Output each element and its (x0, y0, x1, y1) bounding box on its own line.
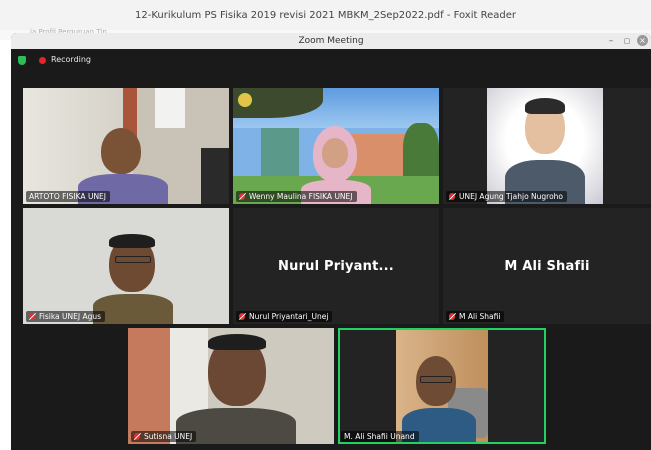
video-tile-wenny[interactable]: Wenny Maulina FISIKA UNEJ (233, 88, 439, 204)
participant-hair (109, 234, 155, 248)
foxit-title-bar: 12-Kurikulum PS Fisika 2019 revisi 2021 … (0, 0, 651, 31)
video-tile-agung[interactable]: UNEJ Agung Tjahjo Nugroho (443, 88, 651, 204)
participant-name-tag: M Ali Shafii (446, 311, 505, 322)
video-tile-ali-shafii[interactable]: M Ali Shafii M Ali Shafii (443, 208, 651, 324)
participant-name-tag: ARTOTO FISIKA UNEJ (26, 191, 110, 202)
participant-hair (208, 334, 266, 350)
zoom-window: Zoom Meeting – ▢ × Recording ARTOTO FISI… (11, 33, 651, 450)
participant-name: Sutisna UNEJ (144, 432, 193, 441)
participant-face (101, 128, 141, 174)
mic-muted-icon (134, 433, 140, 440)
video-tile-agus[interactable]: Fisika UNEJ Agus (23, 208, 229, 324)
participant-name-tag: Sutisna UNEJ (131, 431, 197, 442)
foxit-window-title: 12-Kurikulum PS Fisika 2019 revisi 2021 … (135, 9, 516, 21)
tree-right (403, 123, 439, 183)
participant-name: Nurul Priyantari_Unej (249, 312, 329, 321)
video-tile-artoto[interactable]: ARTOTO FISIKA UNEJ (23, 88, 229, 204)
participant-display-name: Nurul Priyant... (278, 259, 394, 275)
participant-name: M. Ali Shafii Unand (344, 432, 415, 441)
participant-name-tag: Fisika UNEJ Agus (26, 311, 106, 322)
zoom-title-bar: Zoom Meeting – ▢ × (11, 33, 651, 49)
participant-name-tag: UNEJ Agung Tjahjo Nugroho (446, 191, 568, 202)
encryption-shield-icon[interactable] (18, 56, 26, 65)
video-tile-ali-shafii-unand[interactable]: M. Ali Shafii Unand (338, 328, 546, 444)
close-button[interactable]: × (637, 35, 648, 46)
university-logo-icon (237, 92, 253, 108)
mic-muted-icon (449, 313, 455, 320)
recording-icon (39, 57, 46, 64)
minimize-button[interactable]: – (605, 35, 617, 47)
meeting-status-bar: Recording (11, 49, 651, 73)
participant-display-name: M Ali Shafii (504, 259, 590, 275)
participant-hair (525, 98, 565, 114)
window (155, 88, 185, 128)
mic-muted-icon (29, 313, 35, 320)
participant-name-tag: Nurul Priyantari_Unej (236, 311, 333, 322)
building-right (351, 134, 411, 178)
participant-face (322, 138, 348, 168)
video-tile-sutisna[interactable]: Sutisna UNEJ (128, 328, 334, 444)
participant-name-tag: Wenny Maulina FISIKA UNEJ (236, 191, 357, 202)
mic-muted-icon (239, 313, 245, 320)
participant-name-tag: M. Ali Shafii Unand (341, 431, 419, 442)
participant-name: M Ali Shafii (459, 312, 501, 321)
glasses (115, 256, 151, 263)
participant-name: UNEJ Agung Tjahjo Nugroho (459, 192, 564, 201)
recording-label[interactable]: Recording (51, 55, 91, 64)
mic-muted-icon (239, 193, 245, 200)
maximize-button[interactable]: ▢ (621, 35, 633, 47)
participant-name: ARTOTO FISIKA UNEJ (29, 192, 106, 201)
wall-left (128, 328, 170, 444)
monitor (201, 148, 229, 204)
participant-name: Fisika UNEJ Agus (39, 312, 102, 321)
participant-name: Wenny Maulina FISIKA UNEJ (249, 192, 353, 201)
zoom-window-title: Zoom Meeting (298, 36, 364, 46)
video-tile-nurul[interactable]: Nurul Priyant... Nurul Priyantari_Unej (233, 208, 439, 324)
building-left (261, 128, 299, 178)
mic-muted-icon (449, 193, 455, 200)
glasses (420, 376, 452, 383)
